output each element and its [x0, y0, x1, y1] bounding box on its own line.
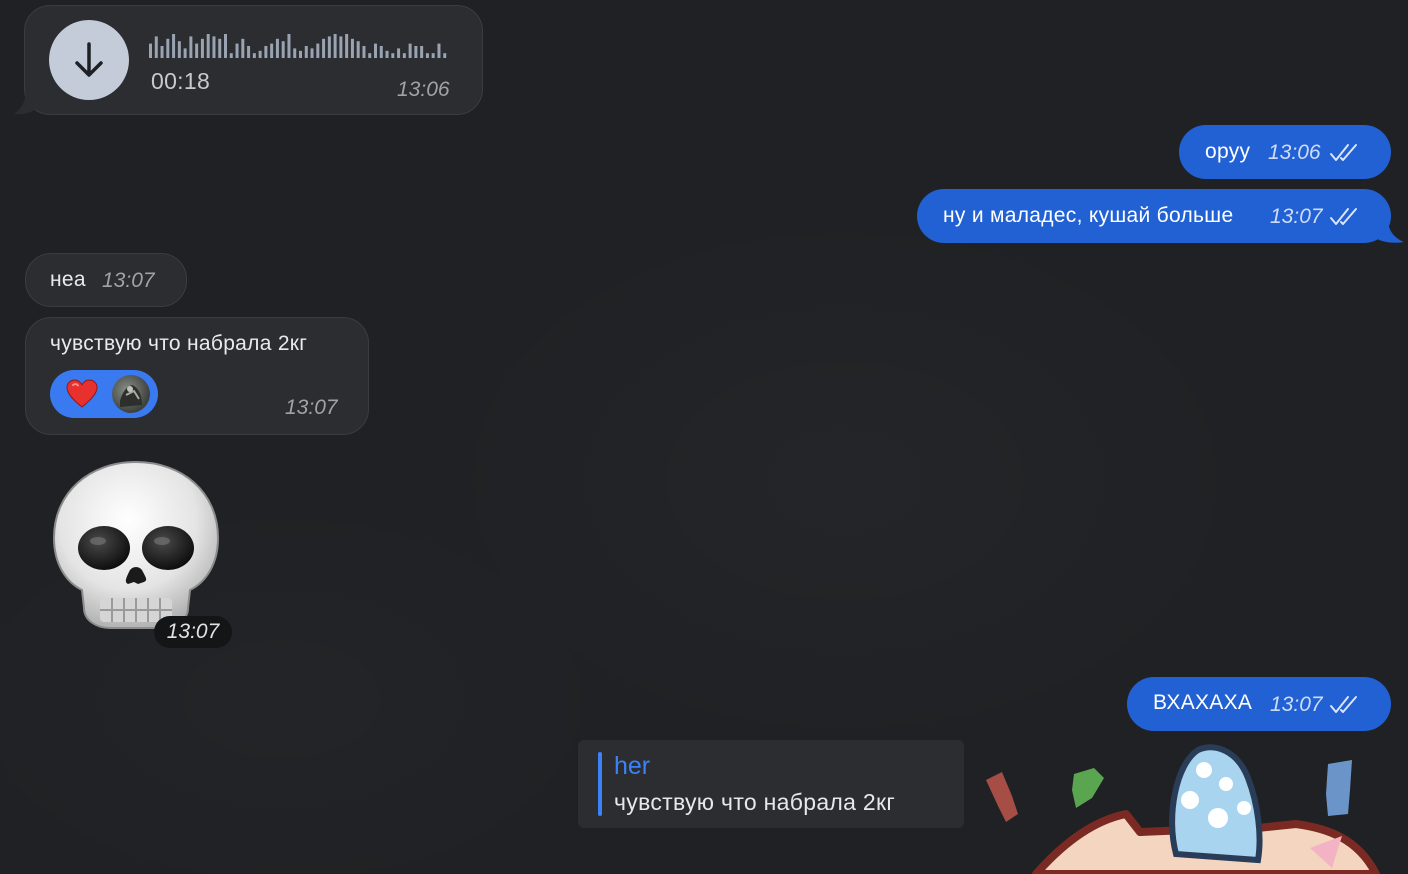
waveform-bar	[425, 53, 429, 58]
waveform-bar	[304, 46, 308, 58]
waveform-bar	[345, 34, 349, 58]
waveform-bar	[206, 34, 210, 58]
waveform-bar	[270, 43, 274, 58]
waveform-bar	[275, 38, 279, 58]
reply-sender: her	[614, 752, 651, 780]
waveform-bar	[391, 53, 395, 58]
message-time: 13:07	[285, 396, 338, 419]
waveform-bar	[195, 43, 199, 58]
waveform-bar	[437, 43, 441, 58]
message-time: 13:07	[1270, 205, 1323, 228]
waveform-bar	[200, 38, 204, 58]
download-button[interactable]	[49, 20, 129, 100]
waveform-bar	[339, 36, 343, 58]
waveform-bar	[379, 46, 383, 58]
waveform-bar	[414, 46, 418, 58]
message-time: 13:06	[397, 78, 450, 101]
message-time: 13:07	[1270, 693, 1323, 716]
waveform-bar	[316, 43, 320, 58]
waveform-bar	[247, 46, 251, 58]
waveform-bar	[224, 34, 227, 58]
voice-message-bubble[interactable]: 00:18 13:06	[24, 5, 483, 115]
cat-mushroom-sticker[interactable]	[976, 744, 1408, 874]
waveform-bar	[183, 48, 187, 58]
voice-waveform[interactable]	[149, 32, 449, 58]
reply-accent-bar	[598, 752, 602, 816]
waveform-bar	[362, 46, 366, 58]
message-text: ну и маладес, кушай больше	[943, 204, 1234, 227]
waveform-bar	[264, 46, 268, 58]
waveform-bar	[218, 38, 222, 58]
waveform-bar	[287, 34, 291, 58]
bubble-tail	[1372, 220, 1404, 243]
read-checks-icon	[1330, 208, 1357, 225]
message-text: оруу	[1205, 140, 1251, 163]
waveform-bar	[408, 43, 412, 58]
waveform-bar	[177, 41, 181, 58]
waveform-bar	[333, 34, 337, 58]
reply-preview[interactable]: her чувствую что набрала 2кг	[578, 740, 964, 828]
message-bubble-incoming[interactable]: чувствую что набрала 2кг 13:07	[25, 317, 369, 435]
waveform-bar	[212, 36, 216, 58]
waveform-bar	[229, 53, 233, 58]
message-text: неа	[50, 268, 86, 291]
avatar	[112, 375, 150, 413]
read-checks-icon	[1330, 144, 1357, 161]
voice-duration: 00:18	[151, 68, 211, 94]
waveform-bar	[241, 38, 245, 58]
waveform-bar	[235, 43, 239, 58]
waveform-bar	[154, 36, 158, 58]
message-text: чувствую что набрала 2кг	[50, 332, 308, 355]
message-time: 13:06	[1268, 141, 1321, 164]
waveform-bar	[293, 48, 297, 58]
arrow-down-icon	[75, 42, 103, 77]
waveform-bar	[166, 38, 170, 58]
waveform-bar	[149, 43, 152, 58]
message-time: 13:07	[102, 269, 155, 292]
waveform-bar	[431, 53, 435, 58]
waveform-bar	[350, 38, 354, 58]
waveform-bar	[252, 53, 256, 58]
waveform-bar	[258, 50, 262, 58]
waveform-bar	[356, 41, 360, 58]
waveform-bar	[443, 53, 447, 58]
heart-icon	[66, 379, 98, 408]
waveform-bar	[420, 46, 424, 58]
message-bubble-incoming[interactable]: неа 13:07	[25, 253, 187, 307]
waveform-bar	[322, 38, 326, 58]
waveform-bar	[299, 50, 302, 58]
waveform-bar	[327, 36, 331, 58]
waveform-bar	[160, 46, 164, 58]
waveform-bar	[397, 48, 401, 58]
waveform-bar	[310, 48, 314, 58]
waveform-bar	[402, 53, 406, 58]
message-bubble-outgoing[interactable]: ВХАХАХА 13:07	[1127, 677, 1391, 731]
reaction-chip[interactable]	[50, 370, 158, 418]
message-bubble-outgoing[interactable]: ну и маладес, кушай больше 13:07	[917, 189, 1391, 243]
waveform-bar	[385, 50, 389, 58]
message-text: ВХАХАХА	[1153, 691, 1253, 714]
waveform-bar	[281, 41, 285, 58]
waveform-bar	[374, 43, 377, 58]
read-checks-icon	[1330, 696, 1357, 713]
waveform-bar	[368, 53, 372, 58]
reply-quoted-text: чувствую что набрала 2кг	[614, 789, 896, 815]
message-bubble-outgoing[interactable]: оруу 13:06	[1179, 125, 1391, 179]
message-time: 13:07	[154, 616, 232, 648]
waveform-bar	[172, 34, 176, 58]
bubble-tail	[14, 92, 40, 115]
waveform-bar	[189, 36, 193, 58]
